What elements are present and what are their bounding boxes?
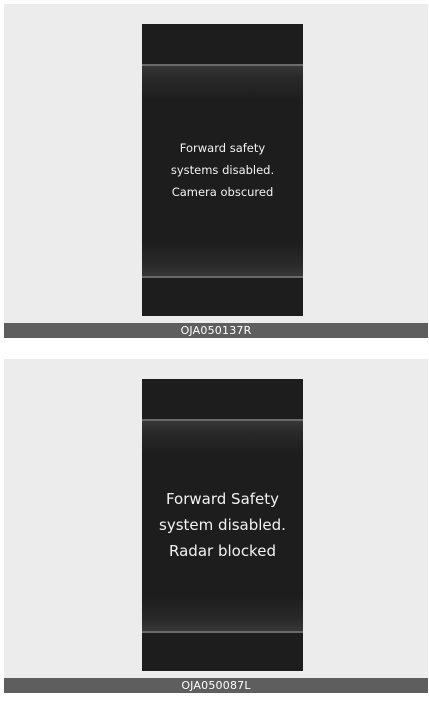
warning-line: Camera obscured — [171, 185, 274, 199]
figure-radar-blocked: Forward Safety system disabled. Radar bl… — [4, 359, 428, 693]
cluster-display: Forward Safety system disabled. Radar bl… — [142, 379, 303, 671]
cluster-display: Forward safety systems disabled. Camera … — [142, 24, 303, 316]
display-top-band — [142, 64, 303, 100]
warning-line: Forward safety — [179, 141, 266, 155]
figure-caption: OJA050137R — [180, 324, 252, 337]
display-bottom-band — [142, 597, 303, 633]
warning-line: system disabled. — [159, 516, 286, 534]
display-bottom-band — [142, 242, 303, 278]
figure-caption-bar: OJA050137R — [4, 323, 428, 338]
warning-message: Forward Safety system disabled. Radar bl… — [142, 455, 303, 595]
warning-line: Forward Safety — [165, 490, 280, 508]
figure-caption-bar: OJA050087L — [4, 678, 428, 693]
figure-caption: OJA050087L — [181, 679, 251, 692]
display-top-band — [142, 419, 303, 455]
warning-message: Forward safety systems disabled. Camera … — [142, 100, 303, 240]
warning-line: Radar blocked — [169, 542, 276, 560]
warning-line: systems disabled. — [170, 163, 275, 177]
figure-camera-obscured: Forward safety systems disabled. Camera … — [4, 4, 428, 338]
